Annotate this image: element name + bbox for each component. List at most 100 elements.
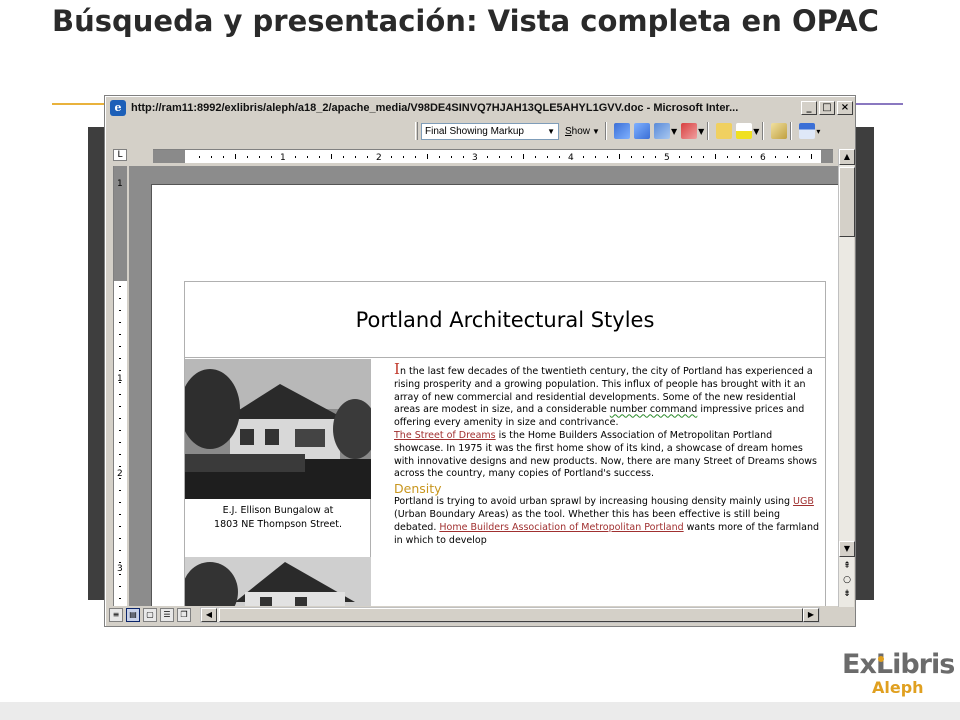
house-photo bbox=[185, 557, 371, 606]
ruler-tick bbox=[119, 334, 121, 335]
ruler-tick bbox=[211, 156, 212, 158]
normal-view-icon[interactable]: ≡ bbox=[109, 608, 123, 622]
next-change-icon[interactable] bbox=[633, 123, 650, 139]
ruler-number: 4 bbox=[568, 153, 574, 163]
ruler-tick bbox=[247, 156, 248, 158]
select-browse-object-icon[interactable]: ○ bbox=[839, 574, 855, 586]
window-titlebar[interactable]: e http://ram11:8992/exlibris/aleph/a18_2… bbox=[107, 98, 853, 118]
previous-page-icon[interactable]: ⇞ bbox=[839, 560, 855, 572]
ruler-tick bbox=[703, 156, 704, 158]
ruler-tick bbox=[119, 406, 121, 407]
show-menu-button[interactable]: Show ▼ bbox=[563, 126, 602, 137]
ruler-tick bbox=[535, 156, 536, 158]
reviewing-pane-icon[interactable] bbox=[799, 123, 816, 139]
scroll-down-button[interactable]: ▼ bbox=[839, 541, 855, 557]
scroll-right-button[interactable]: ▶ bbox=[803, 608, 819, 622]
ruler-tick bbox=[295, 156, 296, 158]
new-comment-icon[interactable] bbox=[716, 123, 733, 139]
previous-change-icon[interactable] bbox=[613, 123, 630, 139]
outline-view-icon[interactable]: ☰ bbox=[160, 608, 174, 622]
next-page-icon[interactable]: ⇟ bbox=[839, 588, 855, 600]
ruler-tick bbox=[427, 154, 428, 159]
ruler-tick bbox=[463, 156, 464, 158]
ruler-tick bbox=[391, 156, 392, 158]
toolbar-separator bbox=[604, 122, 607, 140]
ruler-tick bbox=[403, 156, 404, 158]
ruler-number: 2 bbox=[376, 153, 382, 163]
ruler-tick bbox=[119, 394, 121, 395]
ruler-tick bbox=[439, 156, 440, 158]
track-changes-icon[interactable] bbox=[771, 123, 788, 139]
reject-change-icon[interactable] bbox=[681, 123, 698, 139]
horizontal-scrollbar[interactable]: ◀ ▶ bbox=[200, 607, 820, 623]
ruler-tick bbox=[331, 154, 332, 159]
ruler-tick bbox=[119, 466, 121, 467]
ruler-number: 1 bbox=[280, 153, 286, 163]
ugb-link[interactable]: UGB bbox=[793, 496, 814, 507]
browser-window: e http://ram11:8992/exlibris/aleph/a18_2… bbox=[104, 95, 856, 627]
ruler-tick bbox=[119, 574, 121, 575]
ruler-ticks: 1 2 3 4 5 6 bbox=[199, 153, 812, 163]
toolbar-grip[interactable] bbox=[415, 122, 418, 140]
paragraph-street-of-dreams: The Street of Dreams is the Home Builder… bbox=[394, 430, 824, 481]
density-heading: Density bbox=[394, 481, 442, 497]
logo-product: Aleph bbox=[872, 678, 924, 697]
web-layout-view-icon[interactable]: ▤ bbox=[126, 608, 140, 622]
vertical-scrollbar[interactable]: ▲ ▼ ⇞ ○ ⇟ bbox=[838, 149, 855, 607]
ruler-tick bbox=[787, 156, 788, 158]
toolbar-options-icon[interactable]: ▾ bbox=[816, 127, 820, 136]
scroll-up-button[interactable]: ▲ bbox=[839, 149, 855, 165]
reading-view-icon[interactable]: ❐ bbox=[177, 608, 191, 622]
photo-caption: E.J. Ellison Bungalow at 1803 NE Thompso… bbox=[185, 504, 371, 532]
accept-change-icon[interactable] bbox=[653, 123, 670, 139]
chevron-down-icon: ▼ bbox=[547, 126, 555, 136]
ruler-tick bbox=[119, 430, 121, 431]
scroll-left-button[interactable]: ◀ bbox=[201, 608, 217, 622]
maximize-button[interactable]: □ bbox=[819, 101, 835, 115]
ruler-tick bbox=[119, 538, 121, 539]
ruler-tick bbox=[119, 562, 121, 563]
print-layout-view-icon[interactable]: ▢ bbox=[143, 608, 157, 622]
ruler-tick bbox=[119, 490, 121, 491]
horizontal-ruler[interactable]: 1 2 3 4 5 6 bbox=[153, 149, 833, 163]
ruler-tick bbox=[715, 154, 716, 159]
ruler-number: 3 bbox=[472, 153, 478, 163]
title-underline-right bbox=[853, 103, 903, 105]
document-viewport[interactable]: Portland Architectural Styles E.J. Ellis… bbox=[129, 166, 839, 606]
logo-dot bbox=[878, 656, 884, 662]
ruler-tick bbox=[511, 156, 512, 158]
internet-explorer-icon: e bbox=[110, 100, 126, 116]
toolbar-separator bbox=[707, 122, 710, 140]
scroll-thumb[interactable] bbox=[839, 167, 855, 237]
street-of-dreams-link[interactable]: The Street of Dreams bbox=[394, 430, 496, 441]
ruler-tick bbox=[119, 514, 121, 515]
ruler-tick bbox=[811, 154, 812, 159]
document-page[interactable]: Portland Architectural Styles E.J. Ellis… bbox=[151, 184, 839, 606]
home-builders-link[interactable]: Home Builders Association of Metropolita… bbox=[439, 522, 683, 533]
ruler-tick bbox=[451, 156, 452, 158]
vertical-ruler[interactable]: 1 1 2 3 bbox=[113, 166, 127, 606]
photo-column: E.J. Ellison Bungalow at 1803 NE Thompso… bbox=[185, 359, 371, 606]
ruler-tick bbox=[487, 156, 488, 158]
ruler-tick bbox=[751, 156, 752, 158]
minimize-button[interactable]: _ bbox=[801, 101, 817, 115]
tab-selector-icon[interactable]: L bbox=[113, 149, 127, 161]
close-button[interactable]: × bbox=[837, 101, 853, 115]
horizontal-scroll-thumb[interactable] bbox=[219, 608, 803, 622]
ruler-tick bbox=[119, 286, 121, 287]
highlight-icon[interactable] bbox=[736, 123, 753, 139]
ruler-tick bbox=[235, 154, 236, 159]
ruler-tick bbox=[619, 154, 620, 159]
ruler-number: 5 bbox=[664, 153, 670, 163]
ruler-tick bbox=[119, 550, 121, 551]
ruler-tick bbox=[643, 156, 644, 158]
chevron-down-icon: ▼ bbox=[592, 126, 600, 136]
chevron-down-icon[interactable]: ▼ bbox=[753, 127, 759, 136]
article-text: In the last few decades of the twentieth… bbox=[394, 362, 824, 547]
chevron-down-icon[interactable]: ▼ bbox=[671, 127, 677, 136]
logo-wordmark: ExLibris bbox=[842, 649, 955, 680]
markup-mode-select[interactable]: Final Showing Markup ▼ bbox=[421, 122, 559, 140]
window-title: http://ram11:8992/exlibris/aleph/a18_2/a… bbox=[131, 102, 739, 114]
view-and-scroll-row: ≡ ▤ ▢ ☰ ❐ ◀ ▶ bbox=[109, 606, 854, 624]
chevron-down-icon[interactable]: ▼ bbox=[698, 127, 704, 136]
